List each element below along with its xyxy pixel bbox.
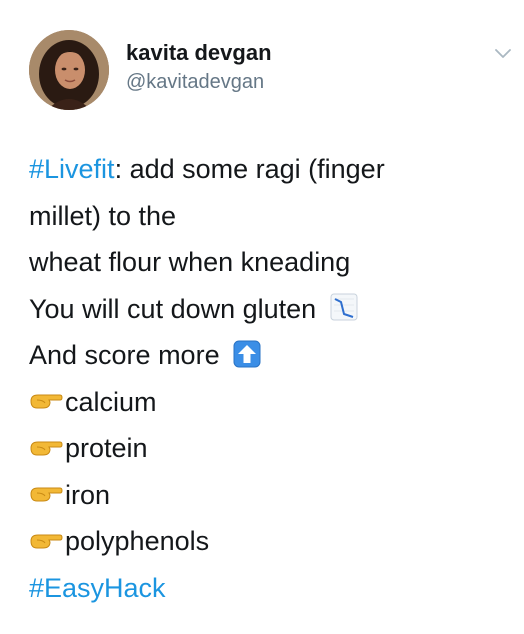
tweet-line-3: wheat flour when kneading <box>29 247 351 277</box>
avatar-image <box>29 30 109 110</box>
tweet-line-trailing: #EasyHack <box>29 565 499 612</box>
hashtag-livefit[interactable]: #Livefit <box>29 154 115 184</box>
tweet-text: #Livefit: add some ragi (finger millet) … <box>29 146 499 611</box>
chart-decreasing-icon <box>330 293 358 321</box>
user-handle[interactable]: @kavitadevgan <box>126 68 272 96</box>
chevron-down-icon[interactable] <box>494 48 512 60</box>
display-name[interactable]: kavita devgan <box>126 40 272 66</box>
tweet-lead-text: : add some ragi (finger <box>114 154 385 184</box>
tweet-line-4-text: You will cut down gluten <box>29 293 317 324</box>
tweet-line-4: You will cut down gluten <box>29 286 499 333</box>
tweet-line-1: #Livefit: add some ragi (finger <box>29 146 499 193</box>
pointing-right-icon <box>30 534 63 549</box>
tweet-line-5: And score more <box>29 332 499 379</box>
list-item: protein <box>29 425 499 472</box>
list-item: polyphenols <box>29 518 499 565</box>
tweet-line-2: millet) to the <box>29 200 177 231</box>
list-item: calcium <box>29 379 499 426</box>
avatar[interactable] <box>29 30 109 110</box>
bullet-label: iron <box>65 479 111 510</box>
tweet-line-5-text: And score more <box>29 340 220 370</box>
bullet-label: polyphenols <box>65 526 210 556</box>
up-arrow-icon <box>233 340 261 368</box>
bullet-label: protein <box>65 433 148 463</box>
pointing-right-icon <box>30 441 63 456</box>
tweet-header: kavita devgan @kavitadevgan <box>0 0 524 120</box>
list-item: iron <box>29 472 499 519</box>
bullet-label: calcium <box>65 386 157 417</box>
pointing-right-icon <box>30 394 63 409</box>
pointing-right-icon <box>30 487 63 502</box>
hashtag-easyhack[interactable]: #EasyHack <box>29 573 166 603</box>
author-names: kavita devgan @kavitadevgan <box>126 40 272 96</box>
